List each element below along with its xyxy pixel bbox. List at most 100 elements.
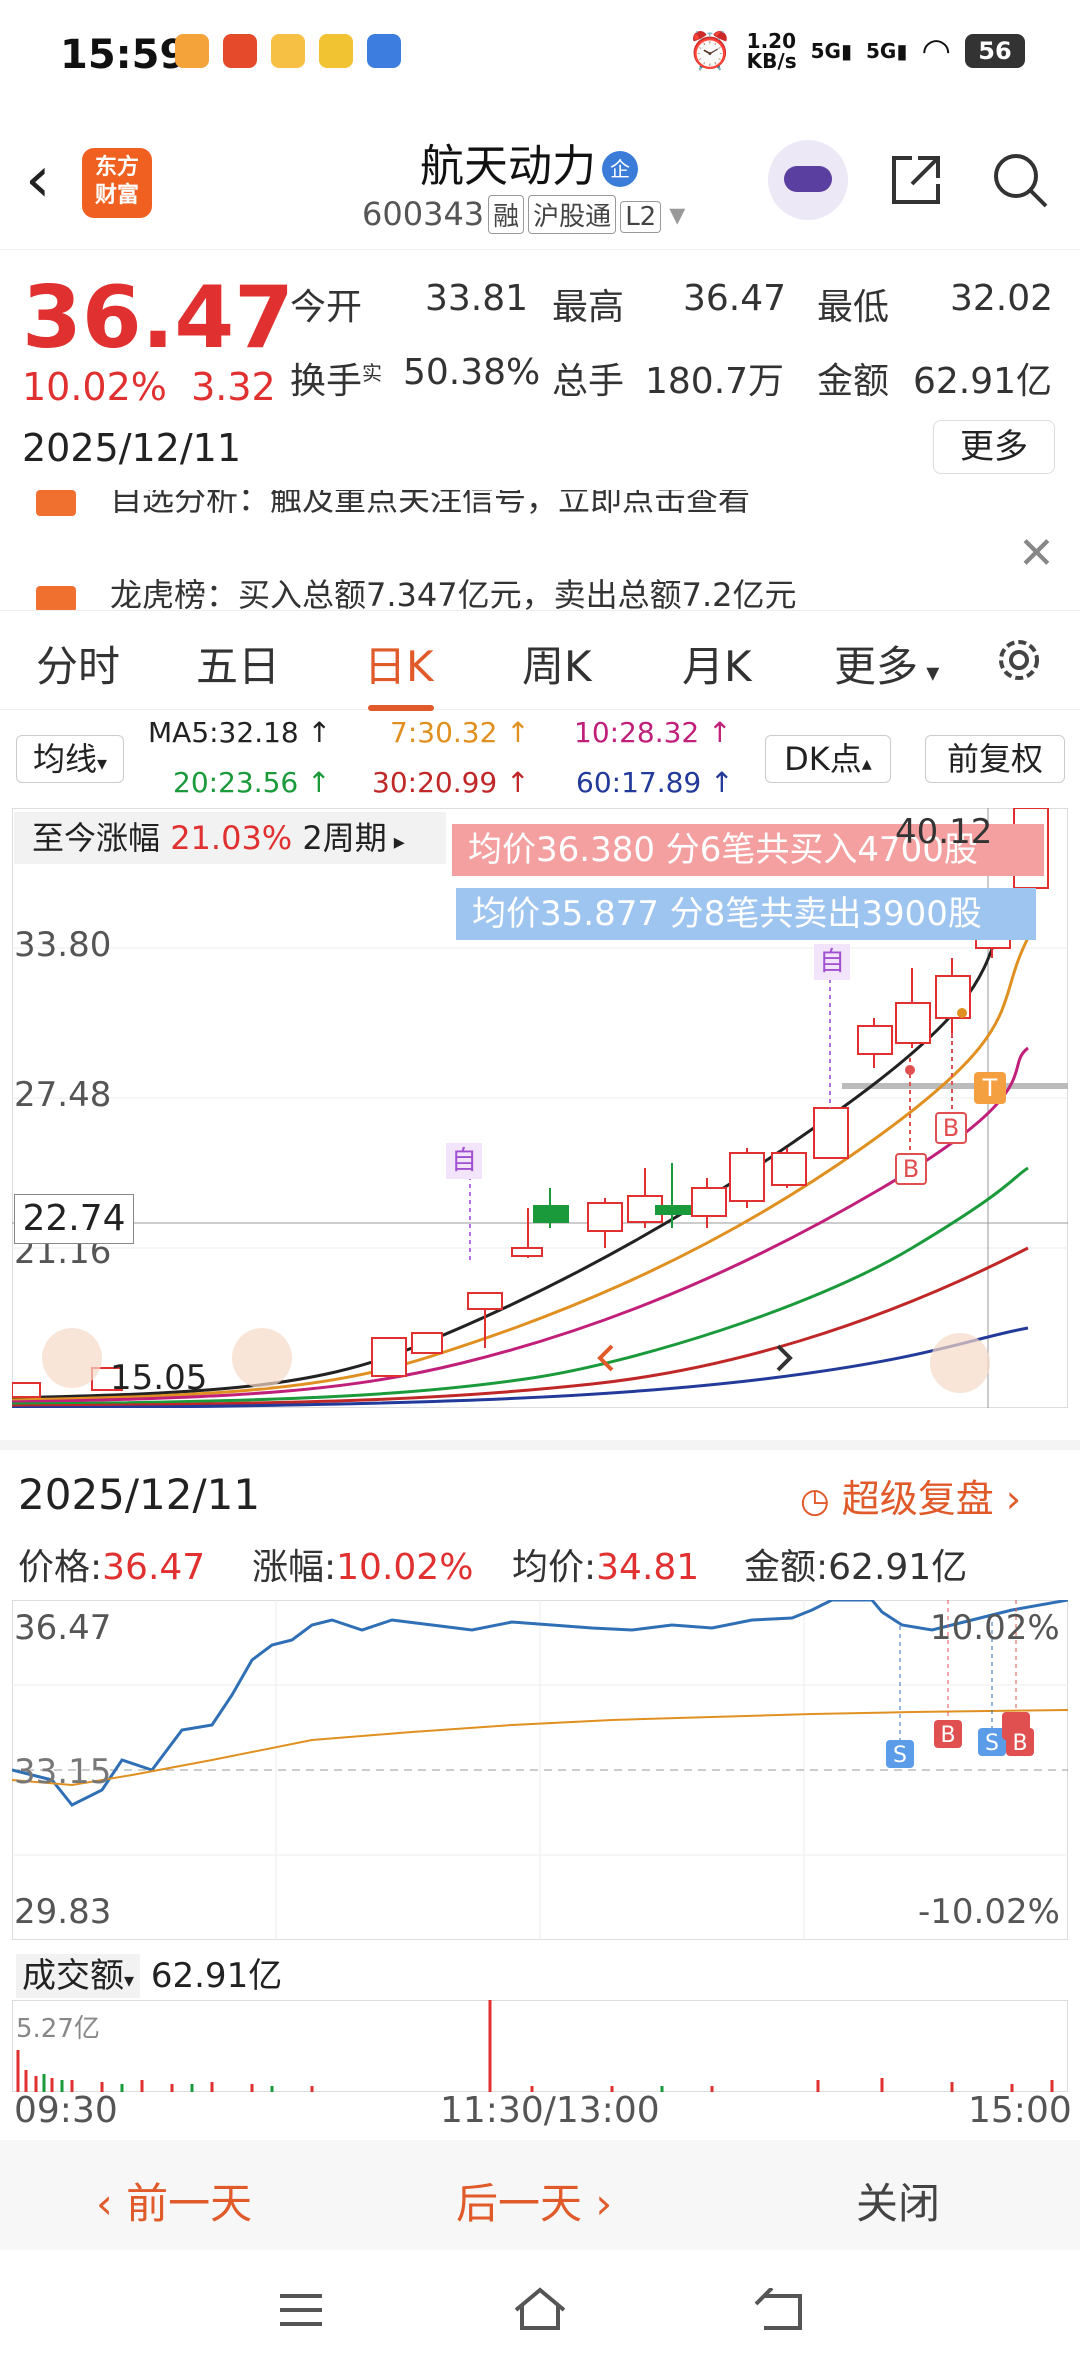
super-replay-button[interactable]: ◷ 超级复盘 › xyxy=(800,1468,1021,1523)
stock-code-row[interactable]: 600343 融沪股通 L2 ▾ xyxy=(362,195,685,234)
app-notification-icon xyxy=(319,34,353,68)
range-gain[interactable]: 至今涨幅 21.03% 2周期 ▸ xyxy=(14,812,446,864)
home-icon[interactable] xyxy=(510,2284,570,2334)
change-pct: 10.02% xyxy=(22,365,167,409)
y-label: 27.48 xyxy=(14,1075,112,1115)
search-icon[interactable] xyxy=(990,150,1050,210)
menu-icon[interactable] xyxy=(276,2290,326,2330)
stock-name: 航天动力企 xyxy=(420,130,638,194)
ma10-line xyxy=(12,1046,1029,1404)
ma5-value: MA5:32.18 ↑ xyxy=(148,716,332,749)
share-icon[interactable] xyxy=(888,150,946,208)
signal-icon: 5G▮ xyxy=(810,39,852,63)
ma20-value: 20:23.56 ↑ xyxy=(173,766,331,799)
open-value: 33.81 xyxy=(425,278,529,319)
assistant-avatar-icon[interactable] xyxy=(768,140,848,220)
detail-avg: 均价:34.81 xyxy=(512,1547,700,1588)
notice-item[interactable]: 龙虎榜：买入总额7.347亿元，卖出总额7.2亿元 xyxy=(110,570,797,610)
svg-text:S: S xyxy=(985,1731,999,1756)
time-end: 15:00 xyxy=(968,2090,1072,2131)
chevron-down-icon: ▾ xyxy=(918,658,940,688)
scroll-left-icon xyxy=(42,1328,102,1388)
detail-date: 2025/12/11 xyxy=(18,1470,261,1519)
intraday-y-bottom: 29.83 xyxy=(14,1892,112,1932)
volume-value: 62.91亿 xyxy=(150,1956,283,1996)
svg-text:S: S xyxy=(893,1743,907,1768)
ma30-value: 30:20.99 ↑ xyxy=(372,766,530,799)
t-marker[interactable]: T xyxy=(974,1072,1006,1104)
ma7-line xyxy=(12,937,1030,1402)
buy-marker[interactable]: B xyxy=(895,1153,927,1185)
high-label: 最高 xyxy=(552,287,625,328)
crosshair-price: 22.74 xyxy=(14,1194,134,1244)
adjustment-button[interactable]: 前复权 xyxy=(925,735,1065,783)
app-logo: 东方 财富 xyxy=(82,148,152,218)
back-nav-icon[interactable] xyxy=(754,2288,808,2332)
intraday-svg: S B S B xyxy=(12,1600,1068,1940)
tab-intraday[interactable]: 分时 xyxy=(36,633,120,694)
enterprise-badge: 企 xyxy=(602,151,638,187)
y-high-label: 40.12 xyxy=(895,812,993,852)
tab-five-day[interactable]: 五日 xyxy=(196,633,280,694)
volume-svg xyxy=(16,2000,1054,2092)
tag-level2: L2 xyxy=(620,201,662,233)
history-icon: ◷ xyxy=(800,1481,830,1521)
net-speed: 1.20 KB/s xyxy=(746,29,797,73)
tab-daily-k[interactable]: 日K xyxy=(364,633,434,694)
status-time: 15:59 xyxy=(60,32,188,78)
dk-points-button[interactable]: DK点▴ xyxy=(765,735,891,783)
close-icon[interactable]: ✕ xyxy=(1018,528,1055,579)
stock-code: 600343 xyxy=(362,195,485,233)
notification-icons xyxy=(175,34,401,68)
tab-monthly-k[interactable]: 月K xyxy=(682,633,752,694)
intraday-y-top: 36.47 xyxy=(14,1608,112,1648)
notice-item[interactable]: 自选分析：触及重点关注信号，立即点击查看 xyxy=(110,490,750,520)
speaker-icon xyxy=(36,586,76,610)
low-marker: 15.05 xyxy=(110,1358,208,1398)
next-day-button[interactable]: 后一天 › xyxy=(456,2170,612,2231)
low-value: 32.02 xyxy=(950,278,1054,319)
detail-amount: 金额:62.91亿 xyxy=(744,1547,968,1588)
close-button[interactable]: 关闭 xyxy=(856,2170,940,2231)
intraday-y-bottom-pct: -10.02% xyxy=(918,1892,1060,1932)
ma10-value: 10:28.32 ↑ xyxy=(574,716,732,749)
tab-more[interactable]: 更多 ▾ xyxy=(834,633,939,694)
app-notification-icon xyxy=(175,34,209,68)
low-label: 最低 xyxy=(817,287,890,328)
self-select-marker[interactable]: 自 xyxy=(814,944,850,980)
chevron-down-icon: ▾ xyxy=(669,195,686,233)
period-tabs: 分时 五日 日K 周K 月K 更多 ▾ xyxy=(0,610,1080,711)
turnover-label: 换手实 xyxy=(290,361,383,402)
change-value: 3.32 xyxy=(191,365,276,409)
sell-summary: 均价35.877 分8笔共卖出3900股 xyxy=(456,888,1036,940)
back-button[interactable]: ‹ xyxy=(25,148,51,212)
battery-icon: 56 xyxy=(965,34,1025,68)
volume-header[interactable]: 成交额▾ 62.91亿 xyxy=(16,1948,283,1998)
active-tab-indicator xyxy=(368,705,434,711)
signal-icon: 5G▮ xyxy=(865,39,908,63)
high-value: 36.47 xyxy=(683,278,787,319)
ma7-value: 7:30.32 ↑ xyxy=(390,716,530,749)
buy-marker[interactable]: B xyxy=(935,1112,967,1144)
self-select-marker[interactable]: 自 xyxy=(446,1143,482,1179)
prev-day-button[interactable]: ‹ 前一天 xyxy=(96,2170,252,2231)
volume-max-label: 5.27亿 xyxy=(16,2014,100,2044)
tab-weekly-k[interactable]: 周K xyxy=(522,633,592,694)
open-label: 今开 xyxy=(290,287,363,328)
intraday-y-top-pct: 10.02% xyxy=(930,1608,1060,1648)
notice-ticker[interactable]: 自选分析：触及重点关注信号，立即点击查看 龙虎榜：买入总额7.347亿元，卖出总… xyxy=(0,490,1080,610)
more-button[interactable]: 更多 xyxy=(933,420,1055,474)
intraday-y-mid: 33.15 xyxy=(14,1752,112,1792)
section-divider xyxy=(0,1440,1080,1450)
system-navigation xyxy=(0,2250,1080,2376)
status-bar: 15:59 ⏰ 1.20 KB/s 5G▮ 5G▮ ◠ 56 xyxy=(0,0,1080,120)
alarm-icon: ⏰ xyxy=(687,31,733,72)
speaker-icon xyxy=(36,490,76,516)
time-mid: 11:30/13:00 xyxy=(440,2090,660,2131)
change-row: 10.02% 3.32 xyxy=(22,365,276,409)
volume-value: 180.7万 xyxy=(645,361,785,402)
ma-selector[interactable]: 均线▾ xyxy=(16,735,124,783)
gear-icon[interactable] xyxy=(992,633,1046,687)
quote-date: 2025/12/11 xyxy=(22,426,242,470)
stock-name-text: 航天动力 xyxy=(420,141,596,192)
